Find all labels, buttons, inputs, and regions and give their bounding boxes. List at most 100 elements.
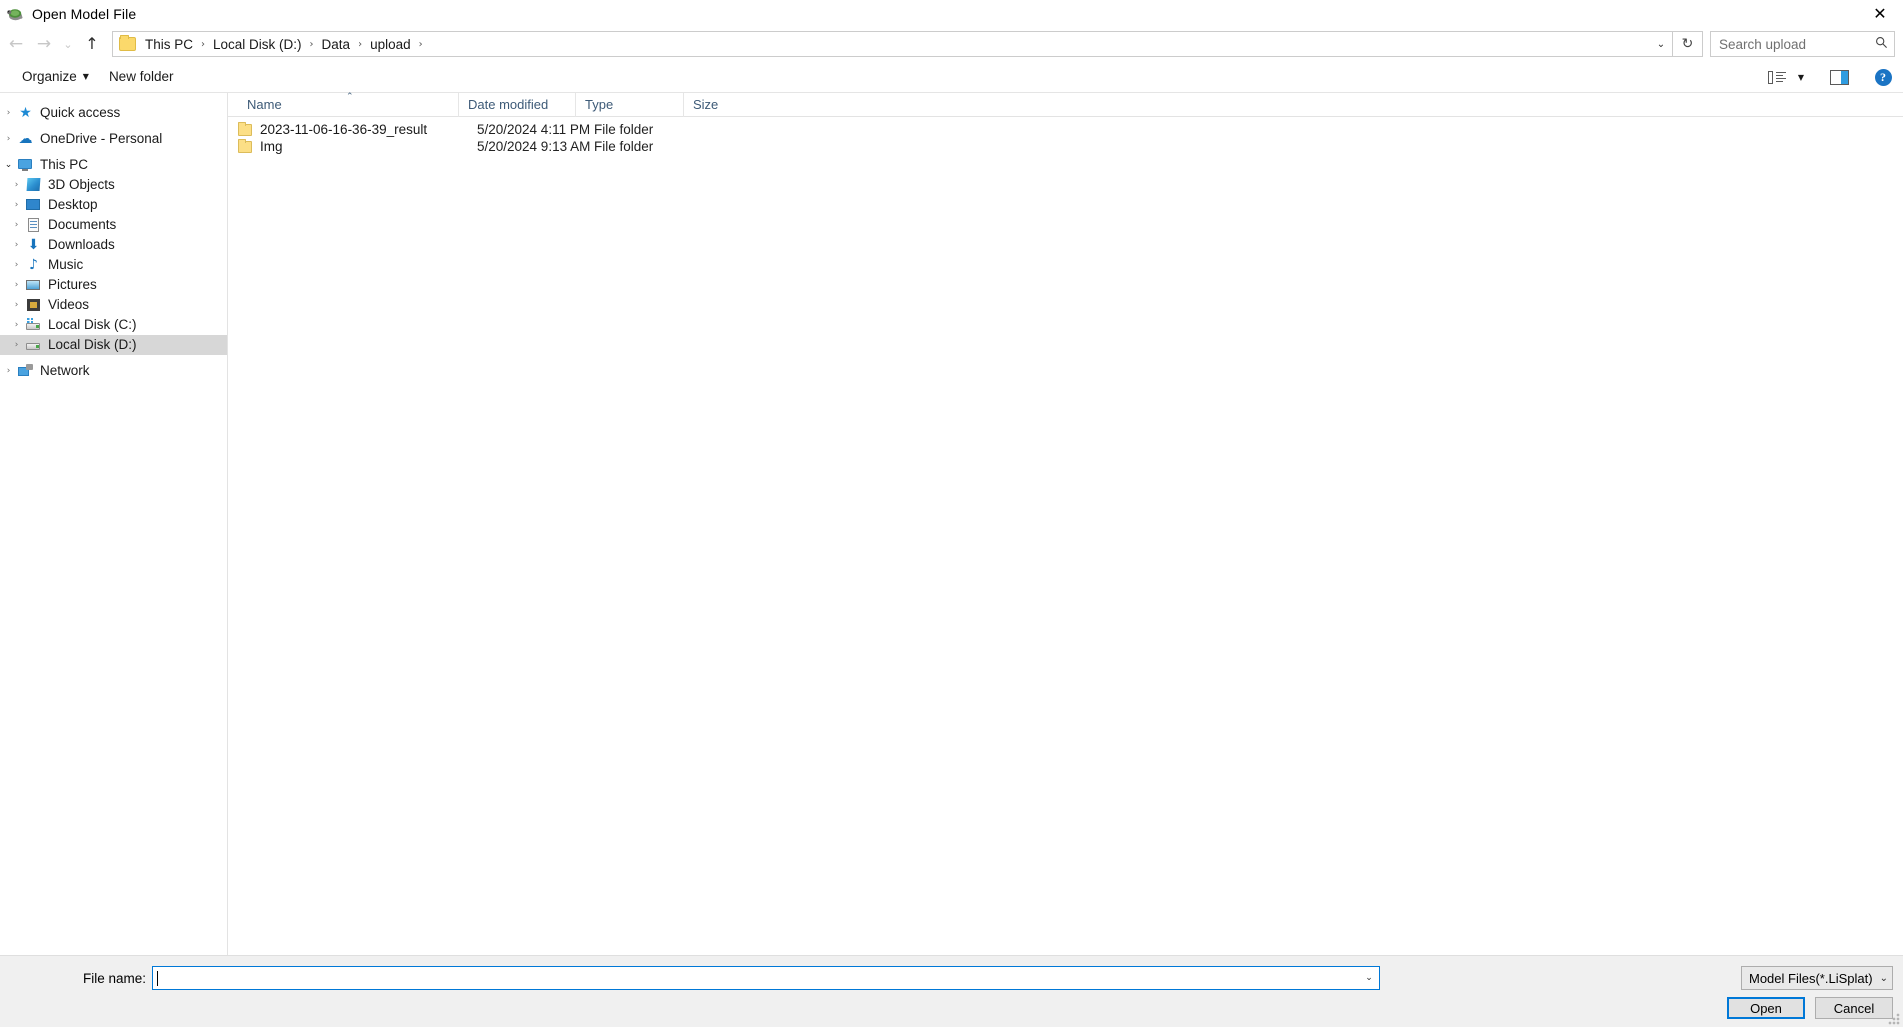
breadcrumb-separator[interactable]: › — [197, 39, 209, 50]
sidebar-item-label: Network — [40, 363, 90, 379]
sidebar-item-documents[interactable]: › Documents — [0, 215, 227, 235]
sidebar-item-music[interactable]: › ♪ Music — [0, 255, 227, 275]
address-bar[interactable]: This PC › Local Disk (D:) › Data › uploa… — [112, 31, 1673, 57]
sort-ascending-icon: ⌃ — [346, 91, 354, 102]
sidebar-item-local-disk-d[interactable]: › Local Disk (D:) — [0, 335, 227, 355]
breadcrumb-item-upload[interactable]: upload — [366, 35, 415, 54]
network-icon — [17, 363, 34, 379]
chevron-down-icon[interactable]: ⌄ — [1650, 32, 1672, 56]
refresh-icon[interactable]: ↻ — [1673, 31, 1703, 57]
breadcrumb-item-data[interactable]: Data — [318, 35, 355, 54]
expander-icon[interactable]: › — [8, 280, 25, 290]
file-type-cell: File folder — [594, 122, 654, 137]
recent-locations-icon[interactable]: ⌄ — [58, 30, 78, 58]
expander-icon[interactable]: › — [8, 200, 25, 210]
sidebar-item-3d-objects[interactable]: › 3D Objects — [0, 175, 227, 195]
sidebar-item-downloads[interactable]: › ⬇ Downloads — [0, 235, 227, 255]
search-icon[interactable] — [1875, 36, 1888, 53]
command-bar-right-group: ▼ ? — [1763, 61, 1897, 93]
file-name-cell[interactable]: 2023-11-06-16-36-39_result — [238, 121, 468, 137]
open-button[interactable]: Open — [1727, 997, 1805, 1019]
sidebar-item-network[interactable]: › Network — [0, 361, 227, 381]
breadcrumb-separator[interactable]: › — [415, 39, 427, 50]
chevron-down-icon[interactable]: ⌄ — [1360, 967, 1378, 989]
folder-icon — [238, 121, 252, 136]
back-icon[interactable]: ← — [2, 30, 30, 58]
close-icon[interactable]: ✕ — [1857, 0, 1903, 27]
window-title: Open Model File — [32, 5, 137, 22]
sidebar-item-this-pc[interactable]: ⌄ This PC — [0, 155, 227, 175]
expander-icon[interactable]: › — [0, 366, 17, 376]
pc-icon — [17, 157, 34, 173]
chevron-down-icon: ▼ — [1797, 72, 1805, 82]
file-name-label: 2023-11-06-16-36-39_result — [260, 122, 428, 137]
footer-buttons: Open Cancel — [1727, 997, 1893, 1019]
expander-icon[interactable]: › — [8, 260, 25, 270]
expander-icon[interactable]: › — [0, 134, 17, 144]
navigation-pane: › ★ Quick access › ☁ OneDrive - Personal… — [0, 93, 228, 955]
sidebar-item-label: Videos — [48, 297, 90, 313]
cancel-button[interactable]: Cancel — [1815, 997, 1893, 1019]
sidebar-item-label: Music — [48, 257, 84, 273]
expander-icon[interactable]: › — [8, 180, 25, 190]
disk-c-icon — [25, 317, 42, 333]
file-type-filter-select[interactable]: Model Files(*.LiSplat) ⌄ — [1741, 966, 1893, 990]
preview-pane-button[interactable] — [1825, 64, 1853, 90]
expander-icon[interactable]: › — [8, 300, 25, 310]
column-header-date-modified[interactable]: Date modified — [458, 92, 575, 117]
text-cursor — [157, 970, 158, 986]
file-name-cell[interactable]: Img — [238, 138, 468, 154]
dialog-footer: File name: ⌄ Model Files(*.LiSplat) ⌄ Op… — [0, 955, 1903, 1027]
column-header-type[interactable]: Type — [575, 92, 683, 117]
column-headers: Name ⌃ Date modified Type Size — [228, 91, 1903, 117]
preview-pane-icon — [1829, 69, 1849, 85]
file-list-pane: Name ⌃ Date modified Type Size 2023-11-0… — [228, 91, 1903, 955]
sidebar-item-desktop[interactable]: › Desktop — [0, 195, 227, 215]
sidebar-item-videos[interactable]: › Videos — [0, 295, 227, 315]
sidebar-item-label: Quick access — [40, 105, 121, 121]
file-name-input[interactable]: ⌄ — [152, 966, 1380, 990]
table-row[interactable]: 2023-11-06-16-36-39_result 5/20/2024 4:1… — [228, 121, 1903, 138]
up-one-level-icon[interactable]: ↑ — [78, 30, 106, 58]
sidebar-item-label: 3D Objects — [48, 177, 115, 193]
file-type-filter-value: Model Files(*.LiSplat) — [1749, 970, 1873, 986]
view-layout-button[interactable] — [1763, 64, 1791, 90]
dialog-body: › ★ Quick access › ☁ OneDrive - Personal… — [0, 91, 1903, 955]
expander-icon[interactable]: › — [8, 320, 25, 330]
folder-icon — [238, 138, 252, 153]
table-row[interactable]: Img 5/20/2024 9:13 AM File folder — [228, 138, 1903, 155]
3d-objects-icon — [25, 177, 42, 193]
sidebar-item-label: Local Disk (C:) — [48, 317, 137, 333]
desktop-icon — [25, 197, 42, 213]
breadcrumb-item-local-disk-d[interactable]: Local Disk (D:) — [209, 35, 306, 54]
column-header-size[interactable]: Size — [683, 92, 745, 117]
search-input[interactable]: Search upload — [1710, 31, 1895, 57]
sidebar-item-pictures[interactable]: › Pictures — [0, 275, 227, 295]
sidebar-item-local-disk-c[interactable]: › Local Disk (C:) — [0, 315, 227, 335]
column-header-label: Date modified — [468, 97, 549, 112]
view-layout-dropdown[interactable]: ▼ — [1793, 64, 1809, 90]
sidebar-item-label: OneDrive - Personal — [40, 131, 163, 147]
expander-icon[interactable]: › — [0, 108, 17, 118]
new-folder-button[interactable]: New folder — [99, 65, 184, 88]
help-button[interactable]: ? — [1869, 64, 1897, 90]
breadcrumb-separator[interactable]: › — [306, 39, 318, 50]
sidebar-item-quick-access[interactable]: › ★ Quick access — [0, 103, 227, 123]
forward-icon[interactable]: → — [30, 30, 58, 58]
expander-icon[interactable]: ⌄ — [0, 160, 17, 170]
column-header-label: Type — [585, 97, 614, 112]
file-date-cell: 5/20/2024 4:11 PM — [477, 122, 591, 137]
organize-button[interactable]: Organize ▼ — [12, 65, 99, 88]
sidebar-item-label: Documents — [48, 217, 117, 233]
expander-icon[interactable]: › — [8, 340, 25, 350]
column-header-name[interactable]: Name ⌃ — [238, 91, 458, 117]
sidebar-item-onedrive[interactable]: › ☁ OneDrive - Personal — [0, 129, 227, 149]
folder-icon — [119, 35, 136, 51]
expander-icon[interactable]: › — [8, 220, 25, 230]
pictures-icon — [25, 277, 42, 293]
breadcrumb-item-this-pc[interactable]: This PC — [141, 35, 197, 54]
chevron-down-icon: ▼ — [82, 72, 89, 81]
breadcrumb-separator[interactable]: › — [354, 39, 366, 50]
resize-grip[interactable] — [1888, 1013, 1900, 1025]
expander-icon[interactable]: › — [8, 240, 25, 250]
